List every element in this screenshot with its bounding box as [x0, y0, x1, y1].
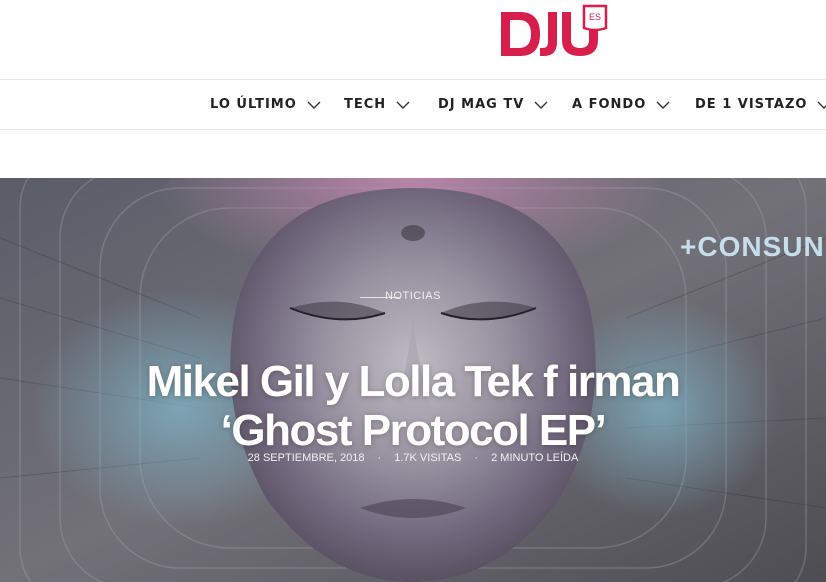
article-title[interactable]: Mikel Gil y Lolla Tek f irman ‘Ghost Pro…: [40, 357, 786, 455]
site-header: ES: [0, 0, 826, 79]
nav-item-label: TECH: [344, 97, 387, 112]
logo-badge-text: ES: [589, 12, 601, 22]
nav-item-de-1-vistazo[interactable]: DE 1 VISTAZO: [695, 80, 826, 129]
article-views: 1.7K VISITAS: [394, 452, 462, 464]
chevron-down-icon: [307, 101, 321, 109]
hero-image-text: +CONSUN: [680, 231, 825, 262]
chevron-down-icon: [534, 101, 548, 109]
chevron-down-icon: [817, 101, 826, 109]
article-meta: 28 SEPTIEMBRE, 2018 · 1.7K VISITAS · 2 M…: [0, 452, 826, 464]
nav-item-dj-mag-tv[interactable]: DJ MAG TV: [438, 80, 548, 129]
chevron-down-icon: [396, 101, 410, 109]
nav-item-a-fondo[interactable]: A FONDO: [572, 80, 670, 129]
chevron-down-icon: [656, 101, 670, 109]
nav-item-label: DE 1 VISTAZO: [695, 97, 808, 112]
nav-item-label: DJ MAG TV: [438, 97, 525, 112]
article-date: 28 SEPTIEMBRE, 2018: [247, 452, 365, 464]
article-read-time: 2 MINUTO LEÍDA: [491, 452, 579, 464]
main-nav: LO ÚLTIMO TECH DJ MAG TV A FONDO DE 1 VI…: [0, 79, 826, 130]
dj-mag-es-logo[interactable]: ES: [496, 2, 614, 60]
article-category[interactable]: NOTICIAS: [0, 290, 826, 302]
meta-separator: ·: [377, 452, 382, 464]
article-title-line-2: ‘Ghost Protocol EP’: [220, 406, 607, 456]
featured-article-hero[interactable]: +CONSUN NOTICIAS Mikel Gil y Lolla Tek f…: [0, 178, 826, 582]
nav-item-tech[interactable]: TECH: [344, 80, 410, 129]
nav-item-lo-ultimo[interactable]: LO ÚLTIMO: [210, 80, 321, 129]
meta-separator: ·: [474, 452, 479, 464]
nav-item-label: A FONDO: [572, 97, 647, 112]
nav-item-label: LO ÚLTIMO: [210, 97, 297, 112]
article-title-line-1: Mikel Gil y Lolla Tek f irman: [146, 357, 681, 407]
